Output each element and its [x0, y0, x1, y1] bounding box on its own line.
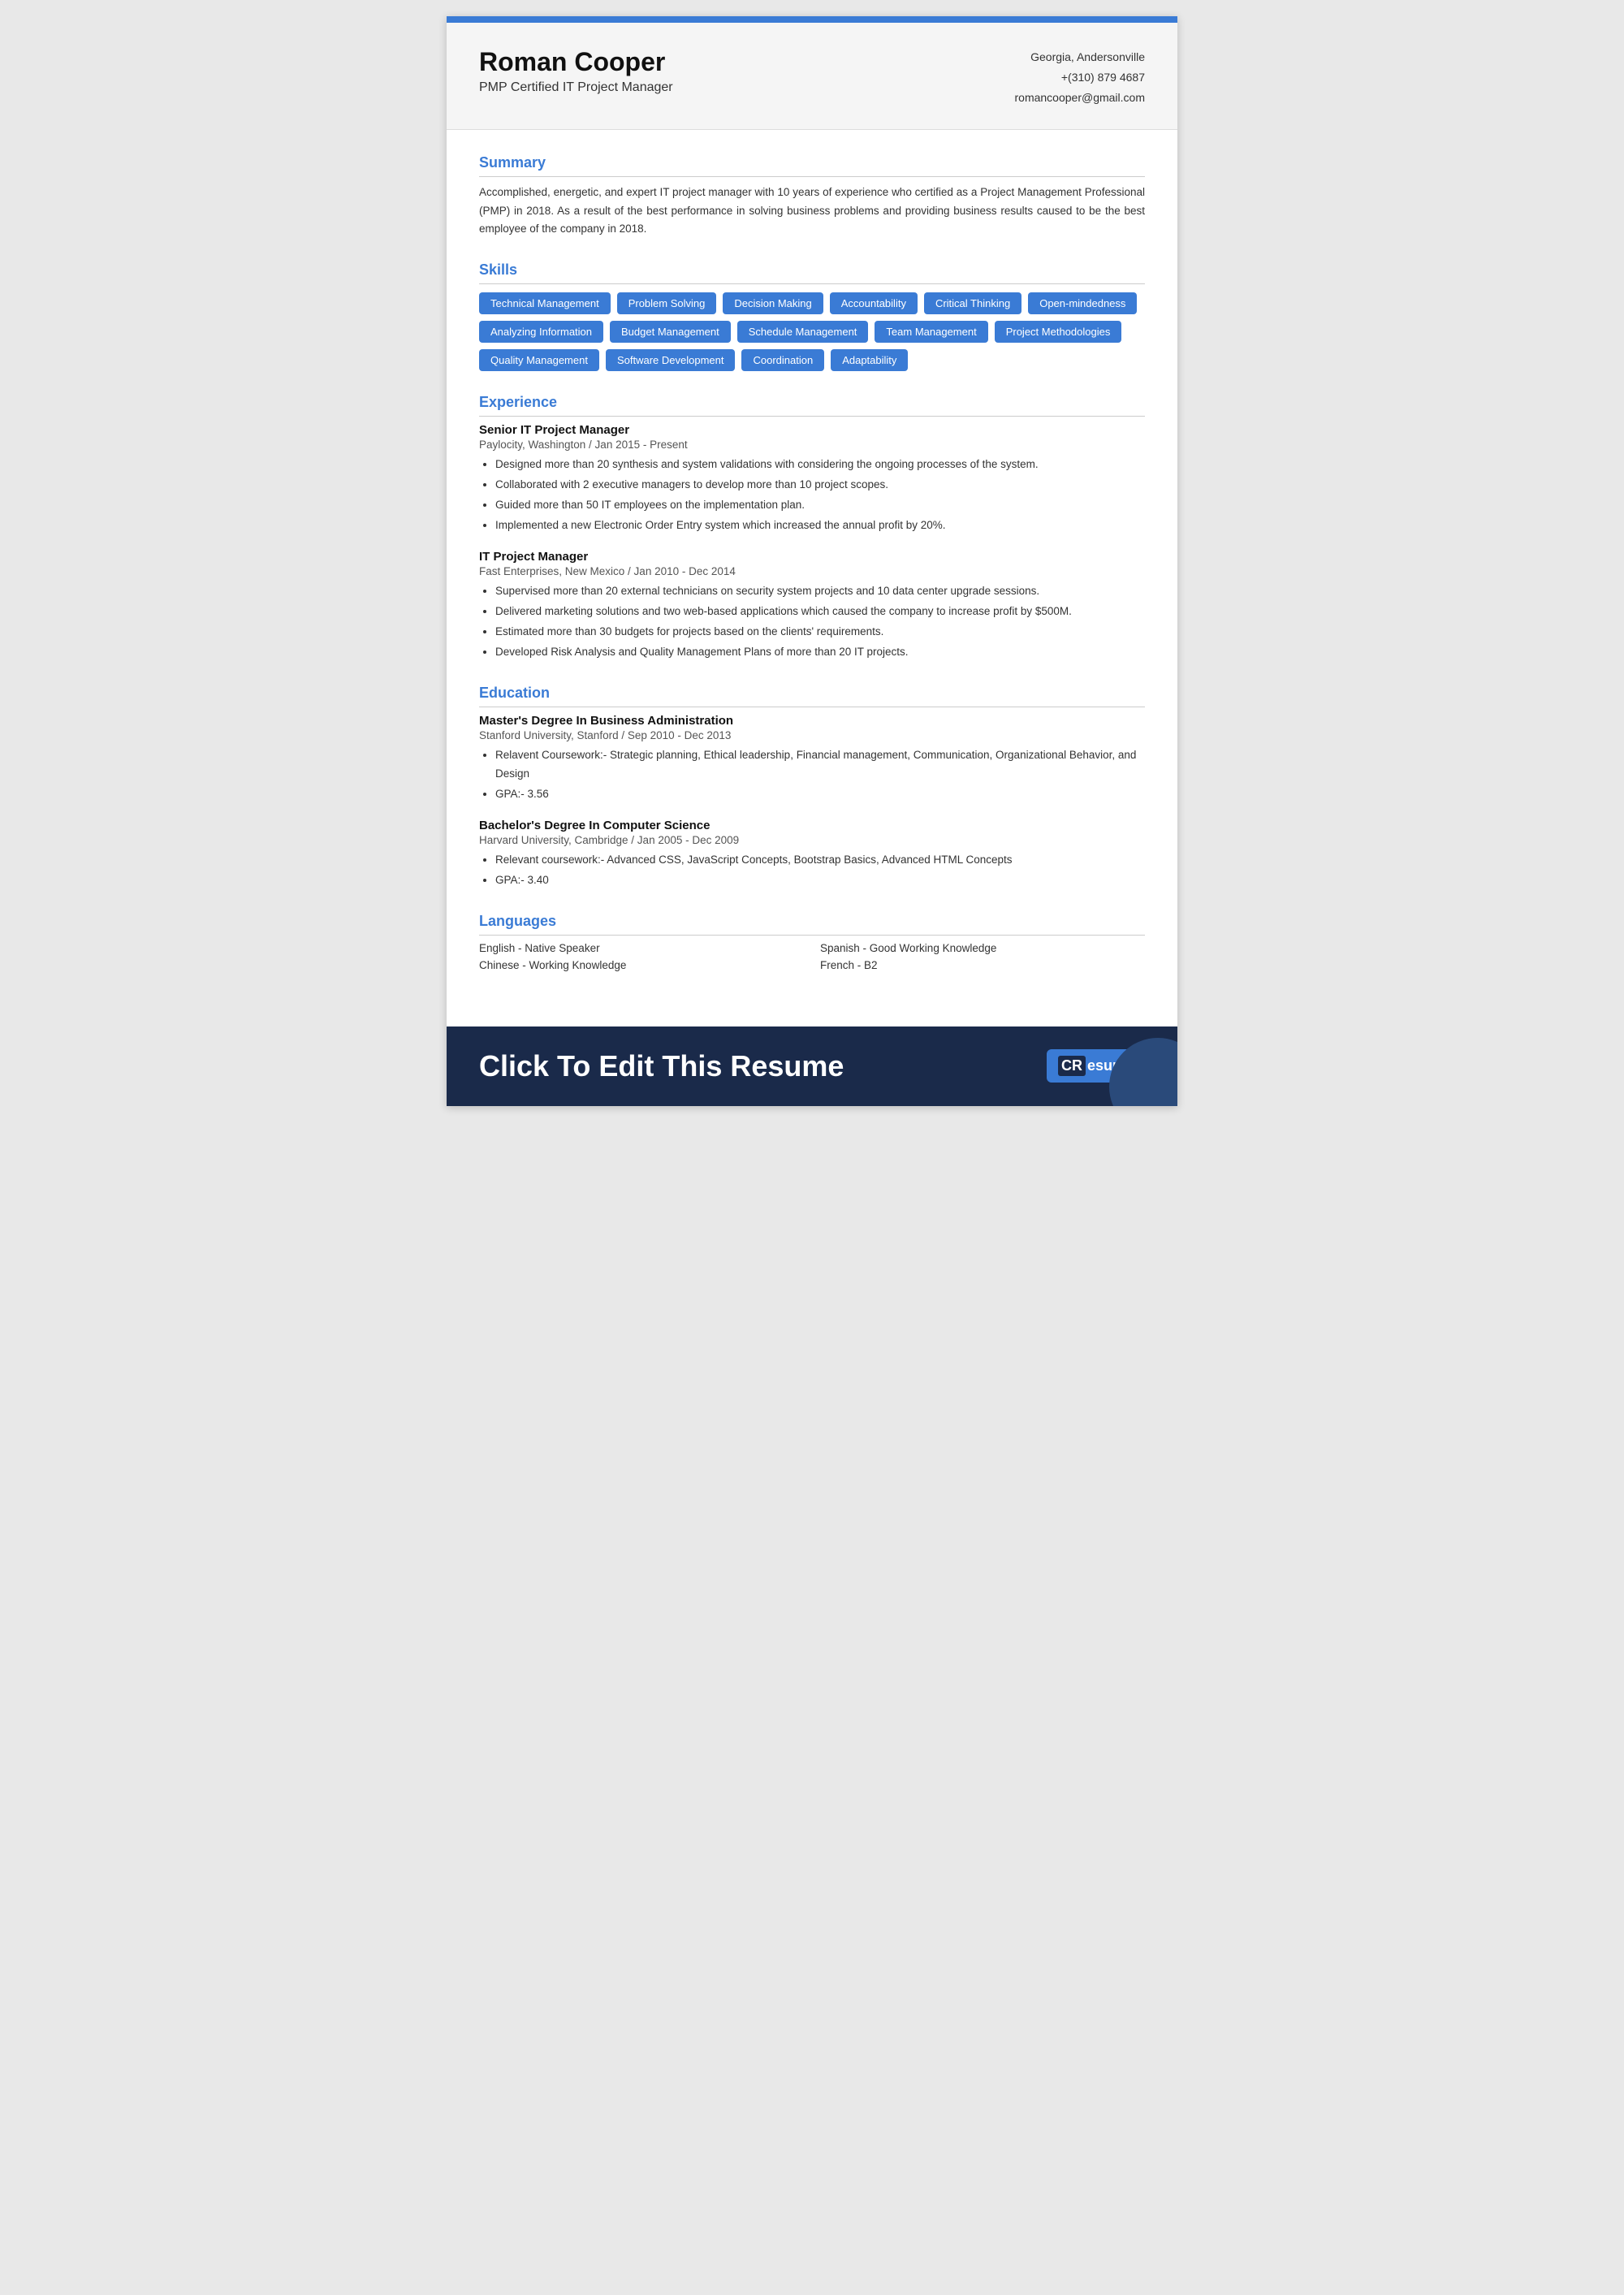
- language-item: English - Native Speaker: [479, 942, 804, 954]
- experience-section: Experience Senior IT Project Manager Payl…: [479, 394, 1145, 662]
- candidate-phone: +(310) 879 4687: [1015, 67, 1146, 88]
- education-title: Education: [479, 685, 1145, 707]
- resume-header: Roman Cooper PMP Certified IT Project Ma…: [447, 23, 1177, 130]
- candidate-name: Roman Cooper: [479, 47, 673, 77]
- skill-badge: Decision Making: [723, 292, 823, 314]
- header-left: Roman Cooper PMP Certified IT Project Ma…: [479, 47, 673, 95]
- degree-title: Master's Degree In Business Administrati…: [479, 714, 1145, 728]
- degree-title: Bachelor's Degree In Computer Science: [479, 819, 1145, 832]
- degree-school: Harvard University, Cambridge / Jan 2005…: [479, 834, 1145, 846]
- language-item: French - B2: [820, 959, 1145, 971]
- job-bullet: Developed Risk Analysis and Quality Mana…: [495, 643, 1145, 662]
- skill-badge: Team Management: [875, 321, 987, 343]
- summary-title: Summary: [479, 154, 1145, 177]
- summary-text: Accomplished, energetic, and expert IT p…: [479, 184, 1145, 240]
- skills-section: Skills Technical Management Problem Solvi…: [479, 261, 1145, 371]
- skills-container: Technical Management Problem Solving Decis…: [479, 292, 1145, 371]
- skill-badge: Analyzing Information: [479, 321, 603, 343]
- education-section: Education Master's Degree In Business Ad…: [479, 685, 1145, 890]
- header-right: Georgia, Andersonville +(310) 879 4687 r…: [1015, 47, 1146, 109]
- skill-badge: Critical Thinking: [924, 292, 1021, 314]
- experience-item: IT Project ManagerFast Enterprises, New …: [479, 550, 1145, 662]
- corner-circle-decoration: [1109, 1038, 1177, 1106]
- degree-school: Stanford University, Stanford / Sep 2010…: [479, 729, 1145, 741]
- skill-badge: Technical Management: [479, 292, 611, 314]
- job-bullet: Collaborated with 2 executive managers t…: [495, 476, 1145, 495]
- skills-title: Skills: [479, 261, 1145, 284]
- languages-grid: English - Native Speaker Spanish - Good W…: [479, 942, 1145, 971]
- experience-item: Senior IT Project Manager Paylocity, Wash…: [479, 423, 1145, 535]
- candidate-location: Georgia, Andersonville: [1015, 47, 1146, 67]
- skill-badge: Software Development: [606, 349, 736, 371]
- job-bullet: Supervised more than 20 external technic…: [495, 582, 1145, 601]
- cta-text: Click To Edit This Resume: [479, 1049, 844, 1083]
- degree-bullet: GPA:- 3.56: [495, 785, 1145, 804]
- skill-badge: Open-mindedness: [1028, 292, 1137, 314]
- candidate-title: PMP Certified IT Project Manager: [479, 80, 673, 95]
- language-item: Spanish - Good Working Knowledge: [820, 942, 1145, 954]
- experience-title: Experience: [479, 394, 1145, 417]
- job-bullet: Designed more than 20 synthesis and syst…: [495, 456, 1145, 474]
- education-item: Bachelor's Degree In Computer Science Har…: [479, 819, 1145, 890]
- candidate-email: romancooper@gmail.com: [1015, 88, 1146, 108]
- languages-section: Languages English - Native Speaker Spanis…: [479, 913, 1145, 971]
- logo-cr: CR: [1058, 1056, 1086, 1076]
- degree-bullet: GPA:- 3.40: [495, 871, 1145, 890]
- job-company: Paylocity, Washington / Jan 2015 - Prese…: [479, 439, 1145, 451]
- skill-badge: Quality Management: [479, 349, 599, 371]
- top-accent-bar: [447, 16, 1177, 23]
- job-bullet: Implemented a new Electronic Order Entry…: [495, 516, 1145, 535]
- skill-badge: Coordination: [741, 349, 824, 371]
- footer-cta[interactable]: Click To Edit This Resume CR esuma: [447, 1026, 1177, 1106]
- summary-section: Summary Accomplished, energetic, and exp…: [479, 154, 1145, 240]
- education-item: Master's Degree In Business Administrati…: [479, 714, 1145, 804]
- resume-page: Roman Cooper PMP Certified IT Project Ma…: [447, 16, 1177, 1106]
- skill-badge: Project Methodologies: [995, 321, 1122, 343]
- language-item: Chinese - Working Knowledge: [479, 959, 804, 971]
- skill-badge: Adaptability: [831, 349, 908, 371]
- job-company: Fast Enterprises, New Mexico / Jan 2010 …: [479, 565, 1145, 577]
- degree-bullet: Relevant coursework:- Advanced CSS, Java…: [495, 851, 1145, 870]
- skill-badge: Problem Solving: [617, 292, 717, 314]
- job-bullet: Guided more than 50 IT employees on the …: [495, 496, 1145, 515]
- languages-title: Languages: [479, 913, 1145, 936]
- job-title: Senior IT Project Manager: [479, 423, 1145, 437]
- degree-bullet: Relavent Coursework:- Strategic planning…: [495, 746, 1145, 784]
- skill-badge: Schedule Management: [737, 321, 869, 343]
- job-title: IT Project Manager: [479, 550, 1145, 564]
- skill-badge: Accountability: [830, 292, 918, 314]
- job-bullet: Delivered marketing solutions and two we…: [495, 603, 1145, 621]
- resume-content: Summary Accomplished, energetic, and exp…: [447, 130, 1177, 1018]
- skill-badge: Budget Management: [610, 321, 731, 343]
- job-bullet: Estimated more than 30 budgets for proje…: [495, 623, 1145, 642]
